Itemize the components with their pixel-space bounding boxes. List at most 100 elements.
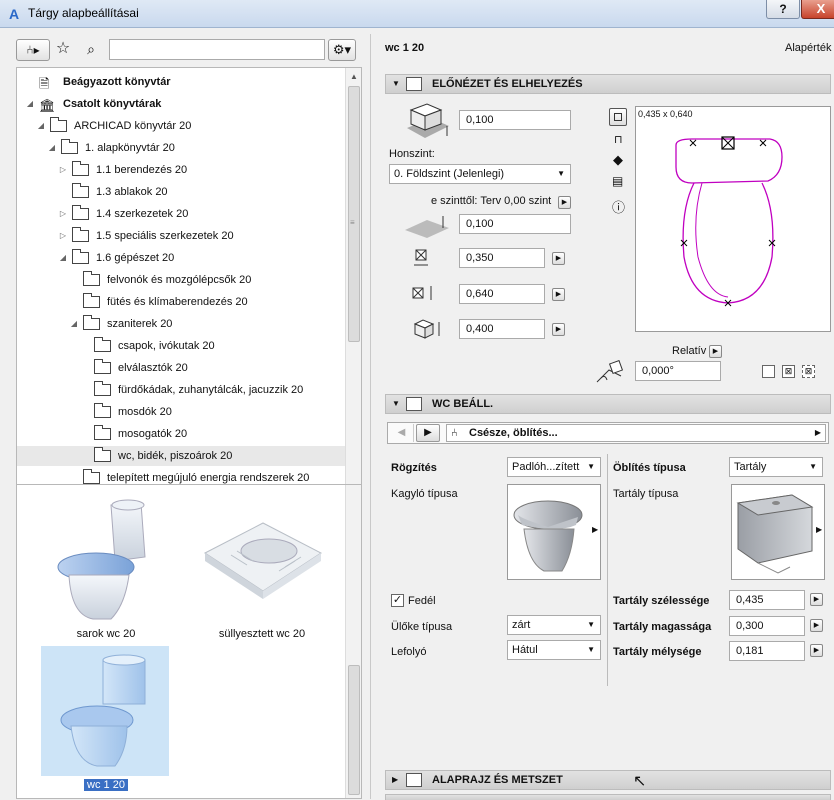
tree-item[interactable]: mosogatók 20 [17,424,345,444]
tree-item[interactable]: ◢ szaniterek 20 [17,314,345,334]
tree-item[interactable]: ◢ 1. alapkönyvtár 20 [17,138,345,158]
plan-preview-window[interactable]: 0,435 x 0,640 [635,106,831,332]
gallery-item-sullyesztett-wc[interactable]: süllyesztett wc 20 [197,495,327,645]
depth-field[interactable]: 0,640 [459,284,545,304]
tree-item-label: 1.6 gépészet 20 [96,252,175,264]
tree-item[interactable]: 🗎 Beágyazott könyvtár [17,72,345,92]
collapsed-arrow-icon[interactable]: ▷ [58,226,68,246]
search-icon[interactable]: ⌕ [80,39,102,61]
tree-item[interactable]: wc, bidék, piszoárok 20 [17,446,345,466]
tree-item[interactable]: mosdók 20 [17,402,345,422]
tank-depth-arrow-icon[interactable]: ▶ [810,644,823,657]
elevation-arrow-icon[interactable]: ▶ [552,323,565,336]
toilet-bowl-preview-icon [513,500,583,572]
library-view-button[interactable]: ⑃▸ [16,39,50,61]
tree-item[interactable]: ◢ 🏛 Csatolt könyvtárak [17,94,345,114]
next-section-bar[interactable] [385,794,831,800]
favorites-star-icon[interactable]: ☆ [52,39,74,61]
close-button[interactable]: X [801,0,834,19]
width-arrow-icon[interactable]: ▶ [552,252,565,265]
tree-item-label: elválasztók 20 [118,362,188,374]
tank-height-field[interactable]: 0,300 [729,616,805,636]
tree-item[interactable]: ▷ 1.5 speciális szerkezetek 20 [17,226,345,246]
expanded-arrow-icon[interactable]: ◢ [69,314,79,334]
tank-type-label: Tartály típusa [613,488,679,500]
side-view-icon[interactable]: ⊓ [614,133,623,146]
tree-item[interactable]: felvonók és mozgólépcsők 20 [17,270,345,290]
help-button[interactable]: ? [766,0,800,19]
settings-gear-icon[interactable]: ⚙▾ [328,39,356,61]
offset-reference-arrow-icon[interactable]: ▶ [558,196,571,209]
section-wc-settings[interactable]: ▼ WC BEÁLL. [385,394,831,414]
toilet-tank-preview-icon [736,494,814,574]
lid-checkbox[interactable]: ✓ [391,594,404,607]
tree-item[interactable]: 1.3 ablakok 20 [17,182,345,202]
search-input[interactable] [109,39,325,60]
expanded-arrow-icon[interactable]: ◢ [25,94,35,114]
tree-item[interactable]: ◢ 1.6 gépészet 20 [17,248,345,268]
tree-item-label: Csatolt könyvtárak [63,98,162,110]
depth-arrow-icon[interactable]: ▶ [552,288,565,301]
tank-width-field[interactable]: 0,435 [729,590,805,610]
tree-item[interactable]: ▷ 1.1 berendezés 20 [17,160,345,180]
collapse-arrow-icon: ▼ [392,79,400,88]
offset-label: e szinttől: Terv 0,00 szint [431,195,552,207]
gallery-scrollbar[interactable] [345,485,361,798]
elevation-field[interactable]: 0,400 [459,319,545,339]
seat-type-dropdown[interactable]: zárt [507,615,601,635]
tank-depth-field[interactable]: 0,181 [729,641,805,661]
tree-item[interactable]: fütés és klímaberendezés 20 [17,292,345,312]
gallery-item-wc-1[interactable]: wc 1 20 [41,646,171,796]
gallery-item-sarok-wc[interactable]: sarok wc 20 [41,495,171,645]
tree-scroll-thumb[interactable] [348,86,360,342]
width-field[interactable]: 0,350 [459,248,545,268]
story-dropdown[interactable]: 0. Földszint (Jelenlegi) [389,164,571,184]
rotation-angle-field[interactable]: 0,000° [635,361,721,381]
expanded-arrow-icon[interactable]: ◢ [36,116,46,136]
folder-icon [94,403,111,418]
scroll-up-icon[interactable]: ▲ [350,72,358,81]
collapsed-arrow-icon[interactable]: ▷ [58,204,68,224]
title-bar: A Tárgy alapbeállításai ? X [0,0,834,28]
expanded-arrow-icon[interactable]: ◢ [47,138,57,158]
tree-item[interactable]: elválasztók 20 [17,358,345,378]
bowl-type-label: Kagyló típusa [391,488,458,500]
plan-view-toggle[interactable] [609,108,627,126]
section-view-icon[interactable]: ▤ [612,174,623,188]
tree-item[interactable]: ▷ 1.4 szerkezetek 20 [17,204,345,224]
bowl-type-picker[interactable]: ▶ [507,484,601,580]
folder-icon [72,249,89,264]
tree-item[interactable]: csapok, ivókutak 20 [17,336,345,356]
anchor-center-icon[interactable]: ⊠ [782,365,795,378]
anchor-corner-icon[interactable]: ⊠ [802,365,815,378]
height-field[interactable]: 0,100 [459,110,571,130]
mirror-checkbox[interactable] [762,365,775,378]
3d-view-icon[interactable]: ◆ [613,152,623,168]
flush-type-dropdown[interactable]: Tartály [729,457,823,477]
section-plan-and-section[interactable]: ▶ ALAPRAJZ ÉS METSZET [385,770,831,790]
tree-item[interactable]: fürdőkádak, zuhanytálcák, jacuzzik 20 [17,380,345,400]
tree-scrollbar[interactable]: ▲ ≡ ▼ [345,68,361,511]
info-icon[interactable]: ⓘ [612,197,625,216]
page-selector[interactable]: ⑃ Csésze, öblítés... ▶ [446,424,826,442]
offset-field[interactable]: 0,100 [459,214,571,234]
collapsed-arrow-icon[interactable]: ▷ [58,160,68,180]
elevation-box-icon [413,319,440,339]
tank-type-picker[interactable]: ▶ [731,484,825,580]
prev-page-button[interactable]: ◀ [390,424,414,442]
section-preview-placement[interactable]: ▼ ELŐNÉZET ÉS ELHELYEZÉS [385,74,831,94]
gallery-scroll-thumb[interactable] [348,665,360,795]
next-page-button[interactable]: ▶ [416,424,440,442]
tree-item-label: Beágyazott könyvtár [63,76,171,88]
relative-arrow-icon[interactable]: ▶ [709,345,722,358]
drain-dropdown[interactable]: Hátul [507,640,601,660]
archicad-app-icon: A [8,6,20,22]
tank-height-arrow-icon[interactable]: ▶ [810,619,823,632]
fixing-dropdown[interactable]: Padlóh...zített [507,457,601,477]
gallery-caption: sarok wc 20 [76,628,136,640]
collapse-arrow-icon: ▼ [392,399,400,408]
tree-item-label: 1.3 ablakok 20 [96,186,168,198]
tree-item[interactable]: ◢ ARCHICAD könyvtár 20 [17,116,345,136]
expanded-arrow-icon[interactable]: ◢ [58,248,68,268]
tank-width-arrow-icon[interactable]: ▶ [810,593,823,606]
